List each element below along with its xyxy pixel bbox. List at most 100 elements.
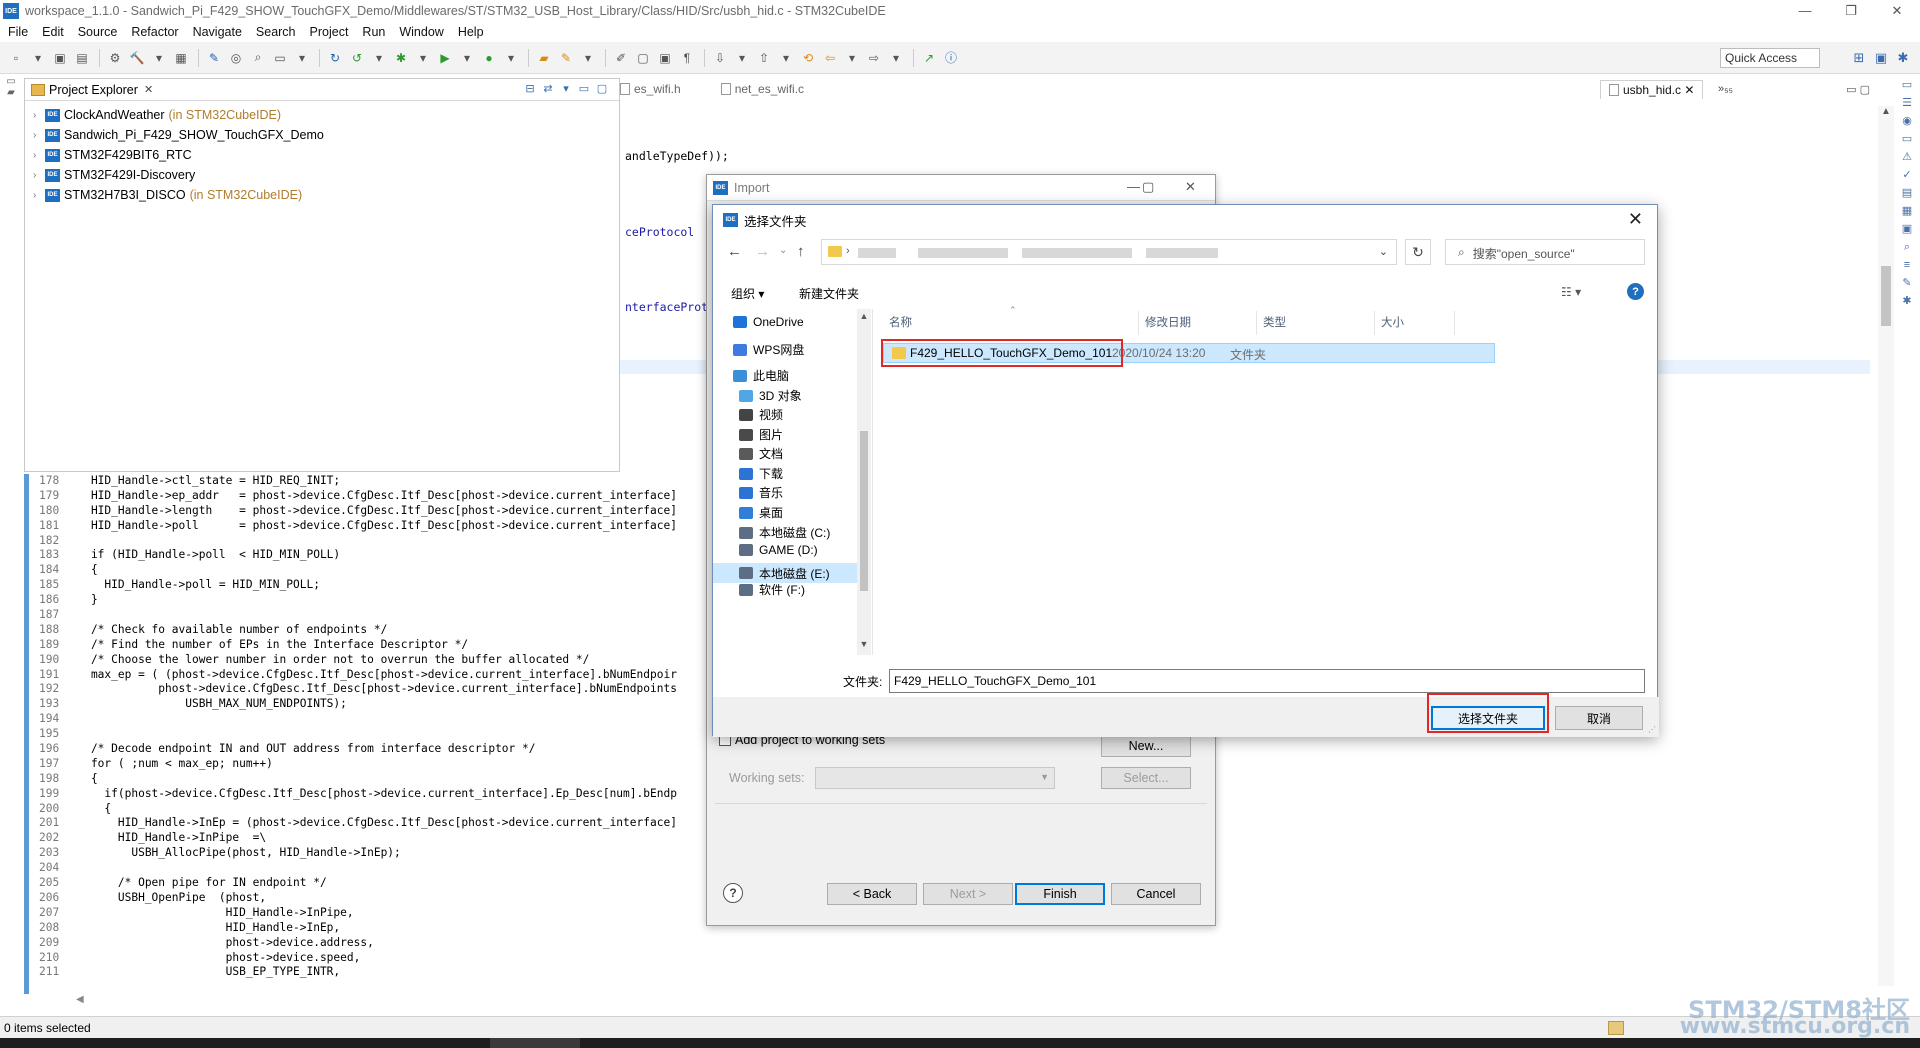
dropdown-icon[interactable]: ▾ [886,49,906,67]
open-folder-icon[interactable]: ▰ [534,49,554,67]
dropdown-icon[interactable]: ▾ [842,49,862,67]
folder-name-input[interactable]: F429_HELLO_TouchGFX_Demo_101 [889,669,1645,693]
dropdown-icon[interactable]: ▾ [413,49,433,67]
nav-item[interactable]: 此电脑 [733,367,789,384]
nav-item[interactable]: 文档 [739,445,783,462]
dropdown-icon[interactable]: ▾ [457,49,477,67]
paragraph-icon[interactable]: ¶ [677,49,697,67]
settings-icon[interactable]: ⚙ [105,49,125,67]
nav-item[interactable]: 本地磁盘 (E:) [713,563,857,583]
editor-min-max[interactable]: ▭ ▢ [1846,83,1870,96]
tree-item-sandwich-pi[interactable]: › IDE Sandwich_Pi_F429_SHOW_TouchGFX_Dem… [25,125,619,145]
code-line[interactable]: 191 max_ep = ( (phost->device.CfgDesc.It… [24,668,724,683]
target-icon[interactable]: ◎ [226,49,246,67]
resize-grip-icon[interactable]: ⋰ [1648,725,1656,734]
tree-item-clockandweather[interactable]: › IDE ClockAndWeather (in STM32CubeIDE) [25,105,619,125]
nav-item[interactable]: 音乐 [739,484,783,501]
new-folder-button[interactable]: 新建文件夹 [799,285,859,302]
close-icon[interactable]: ✕ [1185,179,1196,195]
new-icon[interactable]: ▫ [6,49,26,67]
code-line[interactable]: 208 HID_Handle->InEp, [24,921,724,936]
code-line[interactable]: 196 /* Decode endpoint IN and OUT addres… [24,742,724,757]
debug-config-icon[interactable]: ✎ [204,49,224,67]
code-line[interactable]: 204 [24,861,724,876]
maximize-button[interactable]: ❐ [1828,0,1874,22]
code-line[interactable]: 181 HID_Handle->poll = phost->device.Cfg… [24,519,724,534]
debug-perspective-icon[interactable]: ✱ [1892,48,1914,68]
next-annotation-icon[interactable]: ⇩ [710,49,730,67]
chevron-right-icon[interactable]: › [33,190,45,201]
menu-run[interactable]: Run [362,25,385,39]
next-button[interactable]: Next > [923,883,1013,905]
search-icon[interactable]: ⌕ [248,49,268,67]
code-line[interactable]: 203 USBH_AllocPipe(phost, HID_Handle->In… [24,846,724,861]
problems-icon[interactable]: ⚠ [1902,148,1912,166]
column-header-type[interactable]: 类型 [1257,311,1375,335]
open-perspective-icon[interactable]: ⊞ [1848,48,1870,68]
menu-edit[interactable]: Edit [42,25,64,39]
scroll-up-icon[interactable]: ▲ [1878,106,1894,117]
chevron-right-icon[interactable]: › [33,170,45,181]
memory-icon[interactable]: ▣ [1902,220,1912,238]
project-explorer-icon[interactable]: ▰ [7,87,15,98]
build-analyzer-icon[interactable]: ✎ [1902,274,1911,292]
new-dropdown-icon[interactable]: ▾ [28,49,48,67]
recent-dropdown-icon[interactable]: ⌄ [779,245,787,256]
close-icon[interactable]: ✕ [1628,209,1643,230]
navigation-pane-scrollbar[interactable]: ▲ ▼ [857,309,871,655]
code-line[interactable]: 207 HID_Handle->InPipe, [24,906,724,921]
taskbar-active-item[interactable] [490,1038,580,1048]
column-header-date[interactable]: 修改日期 [1139,311,1257,335]
tab-es-wifi-h[interactable]: es_wifi.h [620,82,681,96]
code-line[interactable]: 178 HID_Handle->ctl_state = HID_REQ_INIT… [24,474,724,489]
cancel-button[interactable]: 取消 [1555,706,1643,730]
code-line[interactable]: 211 USB_EP_TYPE_INTR, [24,965,724,980]
last-edit-icon[interactable]: ⟲ [798,49,818,67]
menu-project[interactable]: Project [310,25,349,39]
nav-item[interactable]: 图片 [739,426,783,443]
close-icon[interactable]: ✕ [1684,83,1694,97]
address-bar[interactable]: › ⌄ [821,239,1397,265]
menu-file[interactable]: File [8,25,28,39]
tab-usbh-hid-c[interactable]: usbh_hid.c ✕ [1600,79,1704,99]
refresh-icon[interactable]: ↻ [1405,239,1431,265]
scroll-up-icon[interactable]: ▲ [857,311,871,321]
menu-refactor[interactable]: Refactor [131,25,178,39]
tab-net-es-wifi-c[interactable]: net_es_wifi.c [720,82,804,96]
search-input[interactable]: ⌕ 搜索"open_source" [1445,239,1645,265]
outline-icon[interactable]: ☰ [1902,94,1912,112]
forward-icon[interactable]: ⇨ [864,49,884,67]
open-perspective-icon[interactable]: ↗ [919,49,939,67]
nav-item[interactable]: 软件 (F:) [739,581,805,598]
menu-source[interactable]: Source [78,25,118,39]
quick-access-input[interactable]: Quick Access [1720,48,1820,68]
select-working-set-button[interactable]: Select... [1101,767,1191,789]
working-sets-select[interactable]: ▼ [815,767,1055,789]
back-button[interactable]: < Back [827,883,917,905]
new-class-icon[interactable]: ▭ [270,49,290,67]
chevron-right-icon[interactable]: › [33,130,45,141]
code-editor[interactable]: 178 HID_Handle->ctl_state = HID_REQ_INIT… [24,474,724,994]
run-icon[interactable]: ▶ [435,49,455,67]
maximize-icon[interactable]: ▢ [593,82,611,95]
code-line[interactable]: 180 HID_Handle->length = phost->device.C… [24,504,724,519]
whitespace-icon[interactable]: ▣ [655,49,675,67]
dropdown-icon[interactable]: ▾ [732,49,752,67]
code-line[interactable]: 186 } [24,593,724,608]
menu-navigate[interactable]: Navigate [193,25,242,39]
save-all-icon[interactable]: ▤ [72,49,92,67]
progress-icon[interactable] [1608,1020,1624,1035]
external-tools-icon[interactable]: ↺ [347,49,367,67]
dropdown-icon[interactable]: ▾ [501,49,521,67]
toggle-mark-icon[interactable]: ✐ [611,49,631,67]
nav-item[interactable]: 视频 [739,406,783,423]
nav-item[interactable]: 下载 [739,465,783,482]
dropdown-icon[interactable]: ▾ [369,49,389,67]
chevron-down-icon[interactable]: ⌄ [1379,245,1388,258]
progress-icon[interactable]: ≡ [1904,256,1910,274]
cancel-button[interactable]: Cancel [1111,883,1201,905]
dropdown-icon[interactable]: ▾ [578,49,598,67]
search-view-icon[interactable]: ⌕ [1904,238,1910,256]
forward-arrow-icon[interactable]: → [755,243,770,260]
code-line[interactable]: 198 { [24,772,724,787]
